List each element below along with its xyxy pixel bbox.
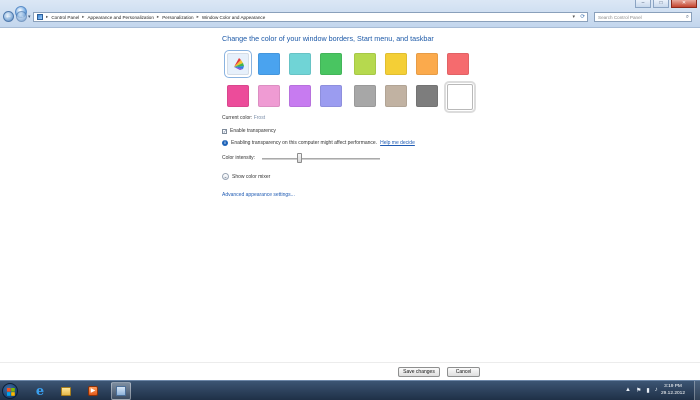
- breadcrumb-window-color[interactable]: Window Color and Appearance: [202, 15, 265, 20]
- save-changes-button[interactable]: Save changes: [398, 367, 440, 377]
- advanced-appearance-link[interactable]: Advanced appearance settings...: [222, 192, 295, 198]
- window-titlebar: ← → ▾ ▸ Control Panel ▸ Appearance and P…: [0, 0, 700, 28]
- color-swatch-taupe[interactable]: [354, 85, 376, 107]
- action-center-flag-icon[interactable]: ⚑: [636, 387, 641, 394]
- color-swatch-leaf[interactable]: [320, 53, 342, 75]
- color-palette-icon: [234, 58, 244, 70]
- color-swatch-chocolate[interactable]: [385, 85, 407, 107]
- network-icon[interactable]: ▮: [646, 387, 649, 394]
- color-swatch-tangerine[interactable]: [416, 53, 438, 75]
- color-swatch-ruby[interactable]: [447, 53, 469, 75]
- color-swatch-blush[interactable]: [258, 85, 280, 107]
- help-me-decide-link[interactable]: Help me decide: [380, 140, 415, 146]
- refresh-icon[interactable]: ⟳: [580, 14, 585, 20]
- search-input[interactable]: Search Control Panel ⌕: [594, 12, 692, 22]
- color-swatch-frost[interactable]: [444, 81, 476, 113]
- color-swatch-fuchsia[interactable]: [227, 85, 249, 107]
- color-intensity-label: Color intensity:: [222, 155, 256, 161]
- start-button[interactable]: [2, 383, 18, 399]
- color-swatch-slate[interactable]: [416, 85, 438, 107]
- taskbar-internet-explorer[interactable]: e: [30, 382, 50, 400]
- address-bar[interactable]: ▸ Control Panel ▸ Appearance and Persona…: [33, 12, 588, 22]
- enable-transparency-label[interactable]: Enable transparency: [230, 128, 276, 134]
- breadcrumb-personalization[interactable]: Personalization: [162, 15, 193, 20]
- maximize-button[interactable]: □: [653, 0, 669, 8]
- show-desktop-button[interactable]: [694, 381, 700, 400]
- taskbar-control-panel[interactable]: [111, 382, 131, 400]
- expand-chevron-icon[interactable]: ⌄: [222, 173, 229, 180]
- transparency-note-row: i Enabling transparency on this computer…: [222, 140, 415, 146]
- minimize-button[interactable]: –: [635, 0, 651, 8]
- current-color-text: Current color: Frost: [222, 115, 265, 121]
- folder-icon: [61, 386, 71, 396]
- breadcrumb-separator[interactable]: ▸: [197, 14, 199, 20]
- enable-transparency-checkbox[interactable]: ✓: [222, 128, 227, 134]
- breadcrumb-separator[interactable]: ▸: [46, 14, 48, 20]
- color-swatch-pumpkin[interactable]: [385, 53, 407, 75]
- search-icon[interactable]: ⌕: [686, 14, 689, 21]
- breadcrumb-control-panel[interactable]: Control Panel: [51, 15, 79, 20]
- color-swatch-sky[interactable]: [224, 50, 252, 78]
- show-hidden-icons-icon[interactable]: ▲: [625, 387, 631, 394]
- control-panel-icon: [37, 14, 43, 20]
- breadcrumb-appearance[interactable]: Appearance and Personalization: [87, 15, 153, 20]
- show-color-mixer-label[interactable]: Show color mixer: [232, 174, 270, 180]
- info-icon: i: [222, 140, 228, 146]
- breadcrumb-separator[interactable]: ▸: [82, 14, 84, 20]
- address-dropdown-icon[interactable]: ▾: [572, 14, 575, 20]
- color-swatch-lime[interactable]: [354, 53, 376, 75]
- enable-transparency-row[interactable]: ✓ Enable transparency: [222, 128, 276, 134]
- color-swatch-lavender[interactable]: [320, 85, 342, 107]
- control-panel-taskbar-icon: [116, 386, 126, 396]
- transparency-note: Enabling transparency on this computer m…: [231, 140, 378, 146]
- color-mixer-row[interactable]: ⌄ Show color mixer: [222, 173, 270, 180]
- page-title: Change the color of your window borders,…: [222, 34, 434, 43]
- color-intensity-slider-thumb[interactable]: [297, 153, 302, 163]
- forward-button[interactable]: →: [16, 11, 27, 22]
- cancel-button[interactable]: Cancel: [447, 367, 480, 377]
- footer-divider: [0, 362, 700, 363]
- recent-pages-dropdown-icon[interactable]: ▾: [28, 14, 31, 20]
- taskbar: e ▶ ▲ ⚑ ▮ ♪ 3:19 PM 29.12.2012: [0, 380, 700, 400]
- color-swatch-sea[interactable]: [289, 53, 311, 75]
- taskbar-file-explorer[interactable]: [56, 382, 76, 400]
- taskbar-clock[interactable]: 3:19 PM 29.12.2012: [658, 384, 688, 397]
- color-swatch-violet[interactable]: [289, 85, 311, 107]
- media-player-icon: ▶: [88, 386, 98, 396]
- back-button[interactable]: ←: [3, 11, 14, 22]
- color-swatch-twilight[interactable]: [258, 53, 280, 75]
- system-tray: ▲ ⚑ ▮ ♪: [625, 387, 658, 394]
- current-color-value: Frost: [253, 115, 266, 121]
- taskbar-media-player[interactable]: ▶: [83, 382, 103, 400]
- breadcrumb-separator[interactable]: ▸: [157, 14, 159, 20]
- color-intensity-slider-track[interactable]: [262, 158, 380, 160]
- window-controls: – □ ✕: [635, 0, 697, 8]
- windows-logo-icon: [7, 388, 15, 396]
- current-color-label: Current color:: [222, 115, 253, 121]
- search-placeholder: Search Control Panel: [598, 15, 642, 20]
- close-button[interactable]: ✕: [671, 0, 697, 8]
- internet-explorer-icon: e: [35, 383, 45, 399]
- clock-date: 29.12.2012: [660, 390, 685, 396]
